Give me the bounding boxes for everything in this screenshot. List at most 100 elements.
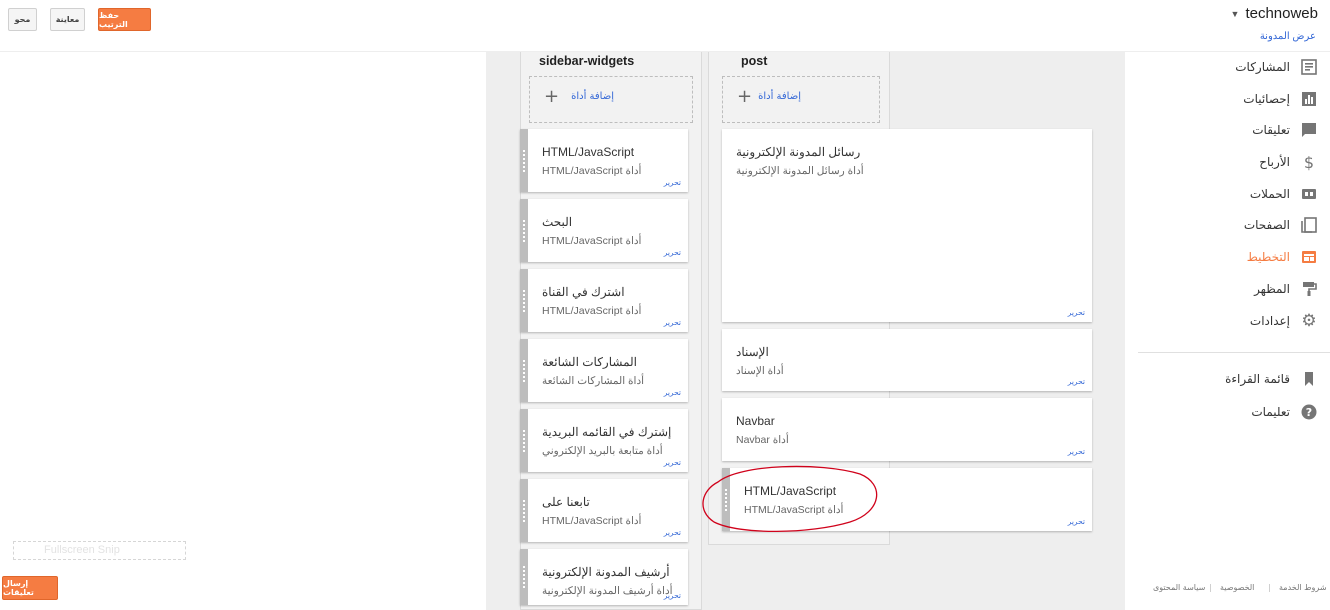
nav-item-campaigns[interactable]: الحملات (1250, 184, 1318, 204)
widget-card[interactable]: Navbar Navbar أداة تحرير (722, 398, 1092, 461)
add-gadget-button[interactable]: + إضافة أداة (722, 76, 880, 123)
posts-icon (1300, 58, 1318, 76)
edit-link[interactable]: تحرير (1068, 377, 1085, 386)
nav-item-label: تعليمات (1251, 405, 1290, 419)
paint-roller-icon (1300, 280, 1318, 298)
bookmark-icon (1300, 370, 1318, 388)
widget-type: أداة الإسناد (736, 365, 784, 377)
nav-item-label: الصفحات (1243, 218, 1290, 232)
section-label: post (741, 54, 768, 68)
terms-link[interactable]: شروط الخدمة (1279, 583, 1327, 592)
help-icon: ? (1300, 403, 1318, 421)
blog-selector[interactable]: ▼ technoweb (1231, 5, 1318, 22)
nav-item-layout[interactable]: التخطيط (1247, 247, 1318, 267)
nav-divider (1138, 352, 1330, 353)
nav-item-label: الحملات (1249, 187, 1290, 201)
widget-type: HTML/JavaScript أداة (542, 515, 642, 527)
widget-title: إشترك في القائمه البريدية (542, 425, 672, 439)
widget-type: أداة متابعة بالبريد الإلكتروني (542, 445, 663, 457)
footer-separator: | (1209, 583, 1212, 592)
edit-link[interactable]: تحرير (1068, 447, 1085, 456)
dollar-icon: $ (1303, 152, 1315, 172)
drag-handle-icon[interactable] (520, 269, 528, 332)
top-bar: محو معاينة حفظ الترتيب ▼ technoweb عرض ا… (0, 0, 1330, 52)
edit-link[interactable]: تحرير (664, 318, 681, 327)
nav-item-pages[interactable]: الصفحات (1244, 215, 1318, 235)
annotation-circle (702, 465, 878, 533)
widget-card[interactable]: تابعنا على HTML/JavaScript أداة تحرير (520, 479, 688, 542)
widget-type: أداة أرشيف المدونة الإلكترونية (542, 585, 673, 597)
comments-icon (1300, 121, 1318, 139)
widget-type: أداة رسائل المدونة الإلكترونية (736, 165, 864, 177)
widget-type: أداة المشاركات الشائعة (542, 375, 645, 387)
save-arrangement-button[interactable]: حفظ الترتيب (98, 8, 151, 31)
nav-item-stats[interactable]: إحصائيات (1243, 89, 1318, 109)
nav-item-label: تعليقات (1252, 123, 1290, 137)
drag-handle-icon[interactable] (520, 409, 528, 472)
drag-handle-icon[interactable] (520, 549, 528, 605)
chevron-down-icon: ▼ (1230, 8, 1240, 19)
nav-item-posts[interactable]: المشاركات (1235, 57, 1318, 77)
gear-icon: ⚙ (1301, 311, 1317, 331)
svg-text:?: ? (1306, 406, 1312, 419)
nav-item-earnings[interactable]: الأرباح $ (1259, 152, 1318, 172)
drag-handle-icon[interactable] (520, 199, 528, 262)
widget-title: رسائل المدونة الإلكترونية (736, 145, 861, 159)
widget-card[interactable]: الإسناد أداة الإسناد تحرير (722, 329, 1092, 391)
privacy-link[interactable]: الخصوصية (1220, 583, 1254, 592)
drag-handle-icon[interactable] (520, 479, 528, 542)
nav-item-help[interactable]: تعليمات ? (1251, 402, 1318, 422)
nav-item-label: المظهر (1254, 282, 1290, 296)
content-policy-link[interactable]: سياسة المحتوى (1153, 583, 1205, 592)
widget-card[interactable]: أرشيف المدونة الإلكترونية أداة أرشيف المد… (520, 549, 688, 605)
preview-button[interactable]: معاينة (50, 8, 85, 31)
view-blog-link[interactable]: عرض المدونة (1260, 31, 1316, 42)
widget-title: HTML/JavaScript (542, 145, 635, 159)
edit-link[interactable]: تحرير (664, 178, 681, 187)
blog-name: technoweb (1245, 5, 1318, 22)
nav-item-label: التخطيط (1246, 250, 1290, 264)
edit-link[interactable]: تحرير (1068, 517, 1085, 526)
widget-title: البحث (542, 215, 573, 229)
widget-card[interactable]: اشترك في القناة HTML/JavaScript أداة تحرير (520, 269, 688, 332)
edit-link[interactable]: تحرير (664, 528, 681, 537)
pages-icon (1300, 216, 1318, 234)
widget-card[interactable]: رسائل المدونة الإلكترونية أداة رسائل المد… (722, 129, 1092, 322)
widget-card[interactable]: إشترك في القائمه البريدية أداة متابعة بال… (520, 409, 688, 472)
edit-link[interactable]: تحرير (1068, 308, 1085, 317)
add-gadget-button[interactable]: + إضافة أداة (529, 76, 693, 123)
nav-item-label: المشاركات (1235, 60, 1290, 74)
section-label: sidebar-widgets (539, 54, 635, 68)
fullscreen-snip-overlay: Fullscreen Snip (13, 541, 186, 560)
layout-icon (1300, 248, 1318, 266)
edit-link[interactable]: تحرير (664, 591, 681, 600)
drag-handle-icon[interactable] (520, 339, 528, 402)
nav-item-label: الأرباح (1259, 155, 1290, 169)
widget-type: HTML/JavaScript أداة (542, 165, 642, 177)
clear-button[interactable]: محو (8, 8, 37, 31)
widget-card[interactable]: HTML/JavaScript HTML/JavaScript أداة تحرير (520, 129, 688, 192)
footer-separator: | (1268, 583, 1271, 592)
campaigns-icon (1300, 185, 1318, 203)
nav-item-comments[interactable]: تعليقات (1252, 120, 1318, 140)
widget-type: Navbar أداة (736, 434, 789, 446)
widget-card[interactable]: المشاركات الشائعة أداة المشاركات الشائعة ت… (520, 339, 688, 402)
add-gadget-label: إضافة أداة (571, 91, 614, 102)
plus-icon: + (737, 86, 753, 107)
drag-handle-icon[interactable] (520, 129, 528, 192)
edit-link[interactable]: تحرير (664, 458, 681, 467)
nav-item-theme[interactable]: المظهر (1254, 279, 1318, 299)
widget-title: المشاركات الشائعة (542, 355, 637, 369)
edit-link[interactable]: تحرير (664, 388, 681, 397)
widget-type: HTML/JavaScript أداة (542, 305, 642, 317)
widget-title: اشترك في القناة (542, 285, 625, 299)
nav-item-reading-list[interactable]: قائمة القراءة (1225, 369, 1318, 389)
send-feedback-button[interactable]: إرسال تعليقات (2, 576, 58, 600)
edit-link[interactable]: تحرير (664, 248, 681, 257)
widget-title: تابعنا على (542, 495, 590, 509)
stats-icon (1300, 90, 1318, 108)
widget-card[interactable]: البحث HTML/JavaScript أداة تحرير (520, 199, 688, 262)
nav-item-label: إحصائيات (1243, 92, 1290, 106)
widget-title: الإسناد (736, 345, 769, 359)
nav-item-settings[interactable]: إعدادات ⚙ (1250, 311, 1318, 331)
